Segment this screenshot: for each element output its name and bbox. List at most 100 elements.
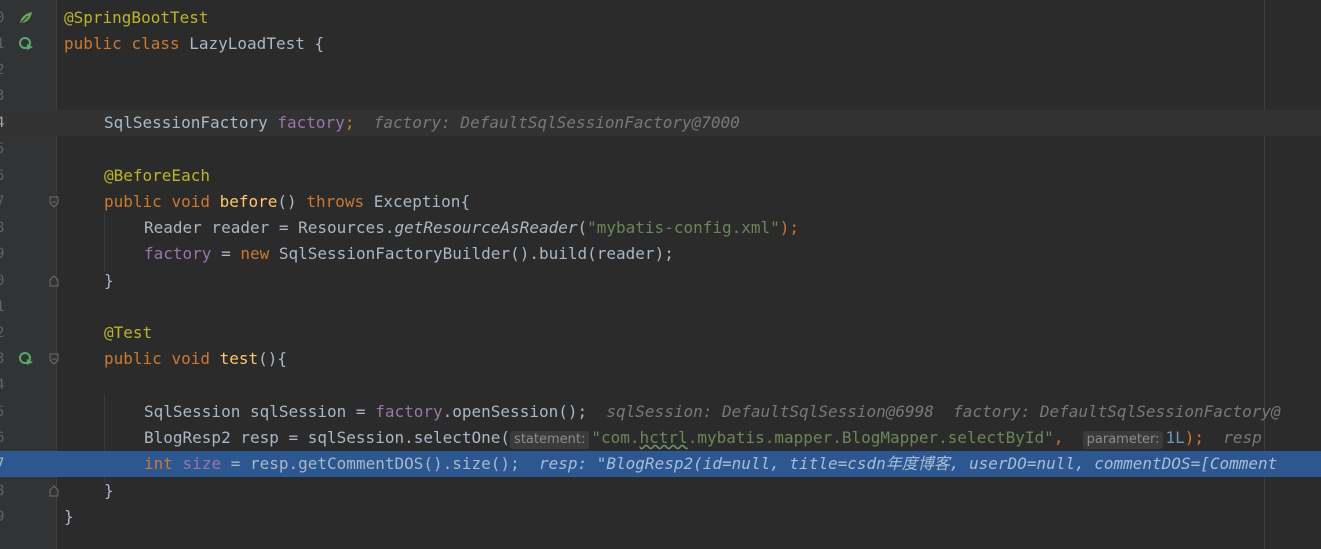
punct-token: () (277, 192, 307, 211)
punct-token: ; (344, 113, 355, 132)
code-text: @SpringBootTest (64, 5, 209, 31)
code-editor[interactable]: 0 @SpringBootTest 1 public class LazyLoa… (0, 0, 1321, 549)
annotation-token: @Test (104, 323, 153, 342)
code-token: BlogResp2 resp = sqlSession.selectOne( (144, 428, 511, 447)
keyword-token: throws (306, 192, 365, 211)
line-number: 4 (0, 115, 5, 131)
line-number: 5 (0, 141, 5, 157)
punct-token: (){ (258, 349, 288, 368)
typo-squiggle: hctrl (639, 428, 688, 447)
code-line[interactable]: 2 (0, 57, 1321, 83)
keyword-token: int (144, 454, 173, 473)
code-line[interactable]: 1 (0, 294, 1321, 320)
code-line-execution-point[interactable]: 7 int size = resp.getCommentDOS().size()… (0, 451, 1321, 477)
field-token: factory (375, 402, 443, 421)
code-text: } (64, 504, 74, 530)
debug-value-hint: resp (1223, 428, 1262, 447)
code-line[interactable]: 1 public class LazyLoadTest { (0, 31, 1321, 57)
keyword-token: public (64, 34, 122, 53)
fold-marker-icon[interactable] (48, 353, 60, 365)
punct-token: ( (577, 218, 588, 237)
code-line[interactable]: 5 (0, 136, 1321, 162)
spring-leaf-icon[interactable] (18, 10, 34, 26)
code-token: .openSession(); (442, 402, 588, 421)
brace-token: } (104, 481, 114, 500)
line-number: 0 (0, 273, 5, 289)
code-token: SqlSessionFactoryBuilder().build(reader)… (269, 244, 674, 263)
static-method-token: getResourceAsReader (394, 218, 578, 237)
code-text: int size = resp.getCommentDOS().size(); … (64, 451, 1277, 477)
line-number: 6 (0, 168, 5, 184)
class-name-token: LazyLoadTest { (189, 34, 325, 53)
fold-end-icon[interactable] (48, 275, 60, 287)
line-number: 8 (0, 220, 5, 236)
string-token: "mybatis-config.xml" (587, 218, 780, 237)
code-line[interactable]: 8 Reader reader = Resources.getResourceA… (0, 215, 1321, 241)
code-text: } (64, 268, 114, 294)
fold-end-icon[interactable] (48, 485, 60, 497)
code-text: public void test(){ (64, 346, 287, 372)
run-test-icon[interactable] (18, 351, 34, 367)
variable-token: size (182, 454, 222, 473)
keyword-token: void (171, 349, 210, 368)
parameter-hint: statement: (510, 431, 590, 449)
code-text: public class LazyLoadTest { (64, 31, 324, 57)
code-text: SqlSessionFactory factory; factory: Defa… (64, 110, 740, 136)
line-number: 1 (0, 299, 5, 315)
line-number: 9 (0, 509, 5, 525)
code-line[interactable]: 0 @SpringBootTest (0, 5, 1321, 31)
debug-value-hint: resp: "BlogResp2(id=null, title=csdn年度博客… (538, 454, 1278, 473)
keyword-token: void (171, 192, 210, 211)
code-text: @BeforeEach (64, 163, 210, 189)
code-text: public void before() throws Exception{ (64, 189, 470, 215)
code-line[interactable]: 4 (0, 372, 1321, 398)
brace-token: } (104, 271, 114, 290)
run-test-icon[interactable] (18, 36, 34, 52)
code-line[interactable]: 9 factory = new SqlSessionFactoryBuilder… (0, 241, 1321, 267)
code-line[interactable]: 3 public void test(){ (0, 346, 1321, 372)
line-number: 6 (0, 430, 5, 446)
number-token: 1L (1165, 428, 1185, 447)
line-number: 2 (0, 62, 5, 78)
code-token: = resp.getCommentDOS().size(); (221, 454, 520, 473)
line-number: 2 (0, 325, 5, 341)
keyword-token: public (104, 192, 162, 211)
code-token: = (211, 244, 241, 263)
line-number: 8 (0, 483, 5, 499)
field-token: factory (277, 113, 345, 132)
debug-value-hint: factory: DefaultSqlSessionFactory@ (953, 402, 1281, 421)
line-number: 9 (0, 246, 5, 262)
code-line[interactable]: 7 public void before() throws Exception{ (0, 189, 1321, 215)
code-text: factory = new SqlSessionFactoryBuilder()… (64, 241, 674, 267)
code-line[interactable]: 5 SqlSession sqlSession = factory.openSe… (0, 399, 1321, 425)
line-number: 7 (0, 194, 5, 210)
code-line[interactable]: 8 } (0, 478, 1321, 504)
keyword-token: class (131, 34, 180, 53)
type-token: Exception{ (364, 192, 471, 211)
code-token: SqlSession sqlSession = (144, 402, 376, 421)
code-line[interactable]: 6 BlogResp2 resp = sqlSession.selectOne(… (0, 425, 1321, 451)
line-number: 0 (0, 10, 5, 26)
code-text: BlogResp2 resp = sqlSession.selectOne(st… (64, 425, 1262, 451)
code-line[interactable]: 3 (0, 83, 1321, 109)
punct-token: ); (1184, 428, 1204, 447)
code-line[interactable]: 9 } (0, 504, 1321, 530)
code-token: Reader reader = Resources. (144, 218, 395, 237)
type-token: SqlSessionFactory (104, 113, 278, 132)
field-token: factory (144, 244, 212, 263)
code-line[interactable]: 2 @Test (0, 320, 1321, 346)
code-text: Reader reader = Resources.getResourceAsR… (64, 215, 799, 241)
fold-marker-icon[interactable] (48, 196, 60, 208)
code-line[interactable]: 0 } (0, 268, 1321, 294)
code-text: @Test (64, 320, 152, 346)
annotation-token: @SpringBootTest (64, 8, 209, 27)
code-line[interactable]: 6 @BeforeEach (0, 163, 1321, 189)
punct-token: ); (779, 218, 800, 237)
keyword-token: public (104, 349, 162, 368)
method-name-token: before (219, 192, 278, 211)
code-line-current[interactable]: 4 SqlSessionFactory factory; factory: De… (0, 110, 1321, 136)
parameter-hint: parameter: (1082, 431, 1164, 449)
method-name-token: test (219, 349, 259, 368)
debug-value-hint: factory: DefaultSqlSessionFactory@7000 (373, 113, 740, 132)
line-number: 1 (0, 36, 5, 52)
